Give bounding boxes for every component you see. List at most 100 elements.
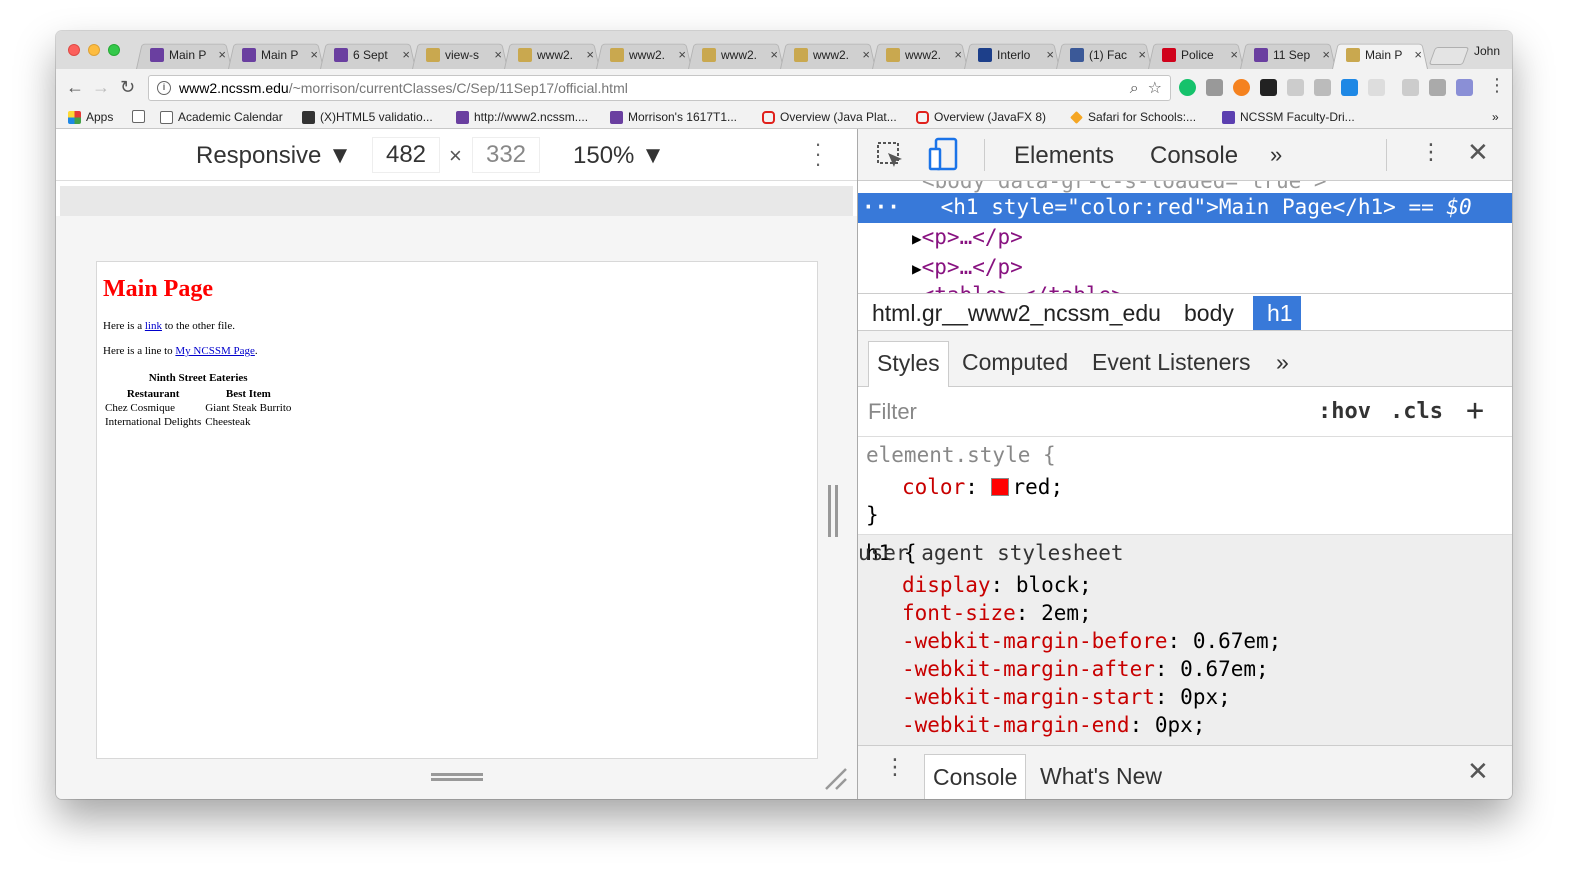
close-tab-icon[interactable]: ×	[678, 47, 686, 62]
bookmark-javafx-overview[interactable]: Overview (JavaFX 8)	[916, 110, 1046, 124]
extension-icon[interactable]	[1260, 79, 1277, 96]
class-toggle[interactable]: .cls	[1390, 399, 1443, 424]
close-tab-icon[interactable]: ×	[402, 47, 410, 62]
minimize-window-button[interactable]	[88, 44, 100, 56]
expand-triangle-icon[interactable]: ▶	[912, 229, 922, 248]
close-tab-icon[interactable]: ×	[1230, 47, 1238, 62]
tab-event-listeners[interactable]: Event Listeners	[1084, 341, 1259, 387]
browser-tab[interactable]: Main P ×	[228, 40, 324, 69]
close-tab-icon[interactable]: ×	[954, 47, 962, 62]
dom-node-h1-selected[interactable]: ··· <h1 style="color:red">Main Page</h1>…	[858, 193, 1512, 223]
close-tab-icon[interactable]: ×	[586, 47, 594, 62]
viewport-height-input[interactable]: 332	[472, 137, 540, 173]
bookmark-java-overview[interactable]: Overview (Java Plat...	[762, 110, 897, 124]
device-toolbar-toggle-icon[interactable]	[928, 137, 960, 173]
new-style-rule-icon[interactable]: +	[1466, 393, 1484, 428]
new-tab-button[interactable]	[1428, 47, 1470, 65]
extension-icon[interactable]	[1287, 79, 1304, 96]
device-mode-dropdown[interactable]: Responsive ▼	[196, 142, 352, 170]
breadcrumb-h1[interactable]: h1	[1253, 296, 1301, 330]
drawer-tab-console[interactable]: Console	[924, 754, 1027, 799]
close-tab-icon[interactable]: ×	[494, 47, 502, 62]
browser-tab[interactable]: view-s ×	[412, 40, 508, 69]
bookmark-safari-schools[interactable]: Safari for Schools:...	[1070, 110, 1196, 124]
close-tab-icon[interactable]: ×	[1138, 47, 1146, 62]
bookmarks-overflow-icon[interactable]: »	[1492, 110, 1499, 124]
bookmark-star-icon[interactable]: ☆	[1148, 80, 1162, 97]
ncssm-page-link[interactable]: My NCSSM Page	[175, 345, 254, 357]
inspect-element-icon[interactable]	[876, 141, 906, 171]
browser-tab[interactable]: 11 Sep ×	[1240, 40, 1336, 69]
dom-node-p[interactable]: ▶<p>…</p>	[912, 253, 1512, 283]
more-tabs-icon[interactable]: »	[1270, 142, 1282, 168]
bookmark-morrison[interactable]: Morrison's 1617T1...	[610, 110, 737, 124]
other-file-link[interactable]: link	[145, 320, 162, 332]
tab-computed[interactable]: Computed	[954, 341, 1076, 387]
chrome-menu-icon[interactable]: ⋮	[1488, 75, 1506, 96]
extension-icon[interactable]	[1368, 79, 1385, 96]
viewport-height-resize-handle[interactable]	[431, 773, 483, 781]
dom-node-p[interactable]: ▶<p>…</p>	[912, 223, 1512, 253]
extension-icon[interactable]	[1456, 79, 1473, 96]
reload-icon[interactable]: ↻	[120, 77, 135, 98]
browser-tab[interactable]: 6 Sept ×	[320, 40, 416, 69]
viewport-width-resize-handle[interactable]	[828, 485, 838, 537]
media-query-bar[interactable]	[60, 186, 853, 216]
drawer-menu-icon[interactable]: ⋮	[884, 754, 906, 780]
bookmark-blank[interactable]	[132, 110, 150, 123]
close-tab-icon[interactable]: ×	[770, 47, 778, 62]
zoom-magnifier-icon[interactable]: ⌕	[1130, 80, 1139, 97]
profile-button[interactable]: John	[1474, 44, 1500, 58]
styles-filter-input[interactable]: Filter	[868, 399, 917, 425]
dom-node-table[interactable]: ▶<table>…</table>	[912, 281, 1512, 293]
extension-icon[interactable]	[1402, 79, 1419, 96]
device-toolbar-menu-icon[interactable]: · · ·	[813, 133, 823, 175]
info-icon[interactable]: i	[157, 81, 171, 95]
browser-tab[interactable]: Police ×	[1148, 40, 1244, 69]
tab-elements[interactable]: Elements	[1014, 142, 1114, 170]
browser-tab[interactable]: www2. ×	[596, 40, 692, 69]
browser-tab[interactable]: Interlo ×	[964, 40, 1060, 69]
browser-tab[interactable]: (1) Fac ×	[1056, 40, 1152, 69]
address-bar[interactable]: i www2.ncssm.edu/~morrison/currentClasse…	[148, 75, 1171, 101]
close-tab-icon[interactable]: ×	[1322, 47, 1330, 62]
dom-ellipsis-icon[interactable]: ···	[858, 195, 900, 219]
close-devtools-icon[interactable]: ✕	[1467, 137, 1489, 168]
style-property[interactable]: color: red;	[902, 473, 1063, 501]
viewport-corner-resize-icon[interactable]	[822, 765, 848, 791]
bookmark-ncssm-url[interactable]: http://www2.ncssm....	[456, 110, 588, 124]
drawer-tab-whats-new[interactable]: What's New	[1032, 754, 1170, 799]
close-tab-icon[interactable]: ×	[1046, 47, 1054, 62]
browser-tab[interactable]: www2. ×	[780, 40, 876, 69]
extension-icon[interactable]	[1314, 79, 1331, 96]
extension-icon[interactable]	[1206, 79, 1223, 96]
extension-icon[interactable]	[1341, 79, 1358, 96]
zoom-window-button[interactable]	[108, 44, 120, 56]
hover-state-toggle[interactable]: :hov	[1318, 399, 1371, 424]
zoom-dropdown[interactable]: 150% ▼	[573, 142, 665, 170]
bookmark-ncssm-faculty[interactable]: NCSSM Faculty-Dri...	[1222, 110, 1355, 124]
close-tab-icon[interactable]: ×	[218, 47, 226, 62]
bookmark-apps[interactable]: Apps	[68, 110, 113, 124]
browser-tab[interactable]: Main P ×	[1332, 40, 1428, 69]
more-sidebar-tabs-icon[interactable]: »	[1268, 341, 1297, 387]
browser-tab[interactable]: www2. ×	[504, 40, 600, 69]
close-tab-icon[interactable]: ×	[862, 47, 870, 62]
bookmark-academic-calendar[interactable]: Academic Calendar	[160, 110, 283, 124]
expand-triangle-icon[interactable]: ▶	[912, 259, 922, 278]
breadcrumb-html[interactable]: html.gr__www2_ncssm_edu	[858, 296, 1175, 330]
devtools-menu-icon[interactable]: ⋮	[1420, 139, 1442, 165]
browser-tab[interactable]: Main P ×	[136, 40, 232, 69]
extension-icon[interactable]	[1233, 79, 1250, 96]
browser-tab[interactable]: www2. ×	[872, 40, 968, 69]
close-drawer-icon[interactable]: ✕	[1467, 756, 1489, 787]
close-window-button[interactable]	[68, 44, 80, 56]
breadcrumb-body[interactable]: body	[1170, 296, 1248, 330]
viewport-width-input[interactable]: 482	[372, 137, 440, 173]
back-arrow-icon[interactable]: ←	[66, 77, 84, 98]
browser-tab[interactable]: www2. ×	[688, 40, 784, 69]
extension-icon[interactable]	[1429, 79, 1446, 96]
close-tab-icon[interactable]: ×	[1414, 47, 1422, 62]
tab-console[interactable]: Console	[1150, 142, 1238, 170]
color-swatch-icon[interactable]	[990, 478, 1009, 496]
